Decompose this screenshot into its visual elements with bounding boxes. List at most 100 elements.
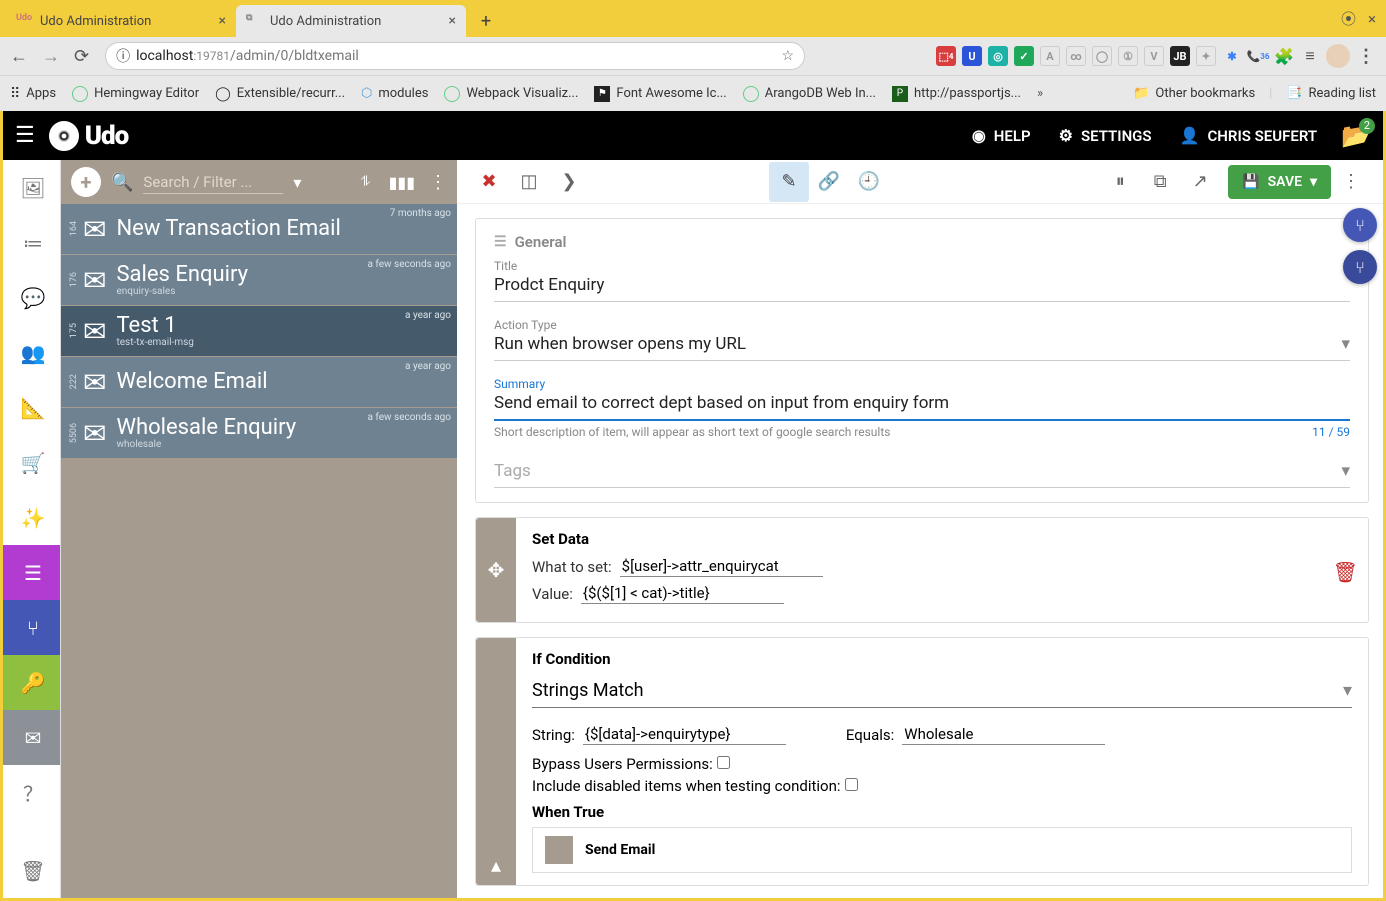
user-menu[interactable]: 👤CHRIS SEUFERT [1166,111,1332,160]
detail-more-icon[interactable]: ⋮ [1331,162,1371,202]
ext-icon[interactable]: ✱ [1222,46,1242,66]
bookmark-item[interactable]: ⚑Font Awesome Ic... [594,86,726,102]
rail-help[interactable]: ？ [3,765,60,820]
help-button[interactable]: ◉HELP [958,111,1045,160]
drag-handle-icon[interactable]: ✥ [476,518,516,622]
bookmark-overflow-icon[interactable]: » [1037,86,1043,101]
other-bookmarks[interactable]: 📁Other bookmarks [1133,86,1255,101]
recent-folder-button[interactable]: 📂 2 [1341,122,1371,150]
search-input[interactable] [143,171,283,194]
value-input[interactable] [581,583,784,604]
bookmark-apps[interactable]: ⠿Apps [10,86,56,102]
rail-branch[interactable]: ⑂ [3,600,60,655]
ext-icon[interactable]: U [962,46,982,66]
tab-close-icon[interactable]: × [219,13,226,29]
rail-trash[interactable]: 🗑 [3,843,60,898]
detail-scroll[interactable]: ☰ General Title Prodct Enquiry Action Ty… [457,204,1383,898]
list-item[interactable]: 164✉New Transaction Email7 months ago [61,204,457,254]
send-email-card[interactable]: Send Email [532,827,1352,873]
reading-list-icon[interactable]: ≡ [1300,46,1320,66]
sort-icon[interactable]: ⥮ [360,174,370,190]
ext-icon[interactable]: ∞ [1066,46,1086,66]
rail-email[interactable]: ✉ [3,710,60,765]
rail-key[interactable]: 🔑 [3,655,60,710]
ext-icon[interactable]: A [1040,46,1060,66]
ext-icon[interactable]: ◎ [988,46,1008,66]
url-input[interactable]: ⓘ localhost :19781 /admin/0/bldtxemail ☆ [105,42,805,70]
ext-icon[interactable]: ◯ [1092,46,1112,66]
delete-icon[interactable]: 🗑 [1333,560,1358,584]
edit-icon[interactable]: ✎ [769,162,809,202]
bypass-checkbox[interactable] [717,756,730,769]
tab-close-icon[interactable]: × [449,13,456,29]
more-icon[interactable]: ⋮ [429,172,447,193]
split-view-icon[interactable]: ◫ [509,162,549,202]
save-button[interactable]: 💾 SAVE ▾ [1228,165,1331,199]
filter-dropdown-icon[interactable]: ▾ [293,173,301,192]
drag-handle-icon[interactable] [545,836,573,864]
open-external-icon[interactable]: ↗ [1180,162,1220,202]
history-icon[interactable]: 🕘 [849,162,889,202]
list-item[interactable]: 175✉Test 1test-tx-email-msga year ago [61,306,457,356]
ext-icon[interactable]: JB [1170,46,1190,66]
hamburger-icon[interactable]: ☰ [15,123,35,148]
search-icon[interactable]: 🔍 [111,172,133,193]
reading-list[interactable]: 📑Reading list [1286,86,1376,101]
action-type-select[interactable]: Run when browser opens my URL ▾ [494,332,1350,361]
title-input[interactable]: Prodct Enquiry [494,273,1350,302]
ext-icon[interactable]: ⬚4 [936,46,956,66]
list-item[interactable]: 222✉Welcome Emaila year ago [61,357,457,407]
rail-users[interactable]: 👥 [3,325,60,380]
include-disabled-checkbox[interactable] [845,778,858,791]
browser-tab-1[interactable]: Udo Udo Administration × [6,5,236,37]
rail-list[interactable]: ≔ [3,215,60,270]
rail-comments[interactable]: 💬 [3,270,60,325]
copy-icon[interactable]: ⧉ [1140,162,1180,202]
bookmark-item[interactable]: Phttp://passportjs... [892,86,1021,102]
columns-icon[interactable]: ▮▮▮ [389,173,415,192]
next-icon[interactable]: ❯ [549,162,589,202]
ext-icon[interactable]: V [1144,46,1164,66]
drag-handle-icon[interactable]: ▴ [476,638,516,885]
ext-icon[interactable]: 📞36 [1248,46,1268,66]
ext-icon[interactable]: ① [1118,46,1138,66]
settings-button[interactable]: ⚙SETTINGS [1045,111,1166,160]
extensions-icon[interactable]: 🧩 [1274,46,1294,66]
nav-reload-icon[interactable]: ⟳ [74,46,89,67]
browser-tab-2[interactable]: ⧉ Udo Administration × [236,5,466,37]
rail-list-purple[interactable]: ☰ [3,545,60,600]
list-item[interactable]: 5506✉Wholesale Enquirywholesalea few sec… [61,408,457,458]
site-info-icon[interactable]: ⓘ [116,46,130,66]
rail-magic[interactable]: ✨ [3,490,60,545]
what-to-set-input[interactable] [620,556,823,577]
branch-fab-1[interactable]: ⑂ [1343,208,1377,242]
nav-back-icon[interactable]: ← [10,46,28,67]
branch-fab-2[interactable]: ⑂ [1343,250,1377,284]
summary-input[interactable]: Send email to correct dept based on inpu… [494,391,1350,421]
profile-avatar-icon[interactable] [1326,44,1350,68]
ext-icon[interactable]: ✦ [1196,46,1216,66]
link-icon[interactable]: 🔗 [809,162,849,202]
bookmark-item[interactable]: ArangoDB Web In... [743,86,876,102]
bookmark-item[interactable]: ⬡modules [361,86,428,101]
pause-icon[interactable]: ⏸ [1100,162,1140,202]
rail-design[interactable]: 📐 [3,380,60,435]
close-window-icon[interactable]: × [1368,10,1376,28]
add-button[interactable]: + [71,167,101,197]
rail-cart[interactable]: 🛒 [3,435,60,490]
rail-images[interactable]: 🖼 [3,160,60,215]
bookmark-star-icon[interactable]: ☆ [782,48,795,64]
new-tab-button[interactable]: + [472,7,500,35]
condition-type-select[interactable]: Strings Match ▾ [532,678,1352,708]
close-icon[interactable]: ✖ [469,162,509,202]
minimize-icon[interactable]: ⦿ [1341,8,1356,29]
tags-select[interactable]: Tags ▾ [494,457,1350,488]
ext-icon[interactable]: ✓ [1014,46,1034,66]
bookmark-item[interactable]: ◯Extensible/recurr... [215,86,345,102]
bookmark-item[interactable]: Hemingway Editor [72,86,199,102]
list-item[interactable]: 176✉Sales Enquiryenquiry-salesa few seco… [61,255,457,305]
bookmark-item[interactable]: Webpack Visualiz... [444,86,578,102]
string-input[interactable] [583,724,786,745]
chrome-menu-icon[interactable]: ⋮ [1356,46,1376,66]
equals-input[interactable] [902,724,1105,745]
